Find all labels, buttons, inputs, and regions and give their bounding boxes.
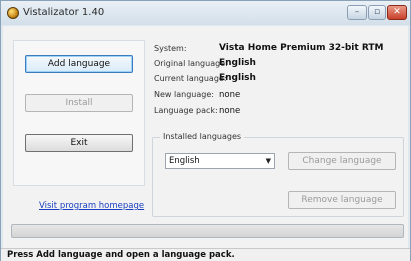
change-language-button[interactable]: Change language — [288, 152, 396, 170]
new-language-label: New language: — [154, 90, 214, 99]
window-title: Vistalizator 1.40 — [23, 7, 105, 18]
maximize-button[interactable]: ▫ — [368, 5, 386, 20]
original-language-value: English — [219, 58, 256, 68]
homepage-link[interactable]: Visit program homepage — [39, 201, 144, 211]
selected-language: English — [169, 156, 200, 166]
current-language-value: English — [219, 73, 256, 83]
close-button[interactable]: ✕ — [387, 5, 407, 20]
exit-button[interactable]: Exit — [25, 134, 133, 152]
add-language-button[interactable]: Add language — [25, 55, 133, 73]
status-bar: Press Add language and open a language p… — [1, 248, 410, 261]
installed-language-select[interactable]: English ▼ — [165, 153, 275, 169]
status-text: Press Add language and open a language p… — [7, 250, 235, 260]
title-bar[interactable]: Vistalizator 1.40 – ▫ ✕ — [1, 1, 410, 25]
client-area: Add language Install Exit Visit program … — [3, 26, 408, 248]
minimize-button[interactable]: – — [347, 5, 367, 20]
system-label: System: — [154, 44, 187, 53]
vistalizator-window: Vistalizator 1.40 – ▫ ✕ Add language Ins… — [0, 0, 411, 261]
app-globe-icon — [7, 7, 19, 19]
language-pack-label: Language pack: — [154, 106, 218, 115]
original-language-label: Original language: — [154, 59, 228, 68]
current-language-label: Current language: — [154, 74, 227, 83]
remove-language-button[interactable]: Remove language — [288, 191, 396, 209]
language-pack-value: none — [219, 106, 241, 116]
installed-languages-title: Installed languages — [160, 132, 245, 141]
dropdown-arrow-icon[interactable]: ▼ — [266, 154, 271, 168]
progress-bar — [11, 224, 404, 238]
system-value: Vista Home Premium 32-bit RTM — [219, 43, 384, 53]
new-language-value: none — [219, 90, 241, 100]
install-button[interactable]: Install — [25, 94, 133, 112]
